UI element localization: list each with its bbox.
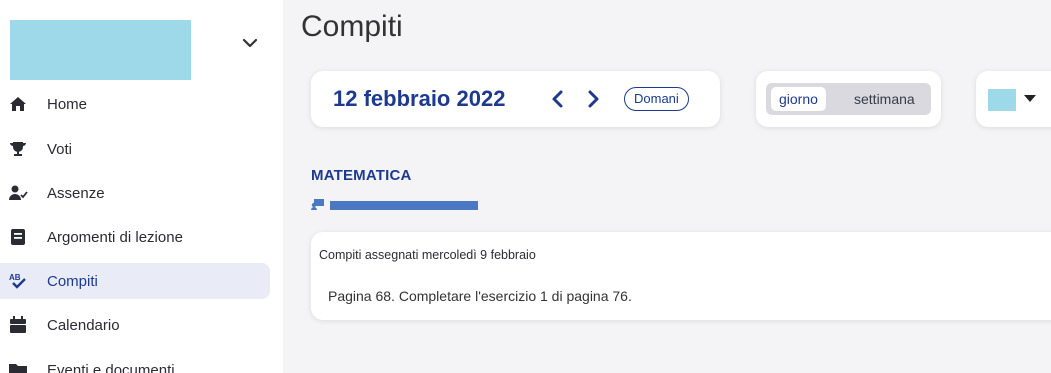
sidebar-item-label: Assenze	[47, 184, 105, 202]
tomorrow-button[interactable]: Domani	[624, 87, 689, 111]
sidebar-item-compiti[interactable]: AB Compiti	[0, 263, 270, 299]
home-icon	[10, 97, 26, 111]
sidebar-item-label: Home	[47, 95, 88, 113]
chevron-right-icon[interactable]	[584, 89, 602, 109]
sidebar: Home Voti Assenze Argomenti di lezione A…	[0, 0, 283, 373]
calendar-icon	[10, 316, 26, 333]
date-navigator: 12 febbraio 2022 Domani	[311, 71, 720, 127]
sidebar-item-argomenti[interactable]: Argomenti di lezione	[0, 219, 270, 255]
svg-text:AB: AB	[9, 273, 21, 282]
subject-title: MATEMATICA	[311, 167, 412, 184]
user-selector[interactable]	[10, 20, 191, 80]
current-date[interactable]: 12 febbraio 2022	[333, 86, 505, 112]
view-week-button[interactable]: settimana	[854, 87, 915, 111]
caret-down-icon[interactable]	[1024, 95, 1036, 102]
trophy-icon	[10, 142, 26, 156]
teacher-name-redacted	[330, 201, 478, 210]
subject-filter[interactable]	[976, 71, 1051, 127]
page-title: Compiti	[301, 10, 403, 43]
view-toggle: giorno settimana	[766, 83, 931, 115]
chevron-down-icon[interactable]	[240, 33, 260, 53]
view-day-button[interactable]: giorno	[771, 87, 826, 111]
sidebar-item-home[interactable]: Home	[0, 86, 270, 122]
sidebar-item-calendario[interactable]: Calendario	[0, 307, 270, 343]
sidebar-item-label: Compiti	[47, 272, 98, 290]
sidebar-item-assenze[interactable]: Assenze	[0, 175, 270, 211]
homework-text: Pagina 68. Completare l'esercizio 1 di p…	[328, 288, 632, 304]
sidebar-item-voti[interactable]: Voti	[0, 131, 270, 167]
folder-icon	[9, 364, 27, 373]
sidebar-item-label: Argomenti di lezione	[47, 228, 183, 246]
homework-card: Compiti assegnati mercoledì 9 febbraio P…	[311, 232, 1051, 320]
sidebar-item-label: Voti	[47, 140, 73, 158]
spellcheck-icon: AB	[9, 273, 26, 289]
book-icon	[11, 229, 25, 245]
chevron-left-icon[interactable]	[549, 89, 567, 109]
teacher-icon	[311, 199, 324, 210]
sidebar-item-label: Calendario	[47, 316, 120, 334]
sidebar-item-eventi[interactable]: Eventi e documenti	[0, 352, 270, 373]
filter-color-swatch	[988, 89, 1016, 111]
user-check-icon	[9, 185, 28, 200]
sidebar-item-label: Eventi e documenti	[47, 361, 175, 373]
view-toggle-card: giorno settimana	[756, 71, 941, 127]
homework-assigned-label: Compiti assegnati mercoledì 9 febbraio	[319, 248, 536, 262]
